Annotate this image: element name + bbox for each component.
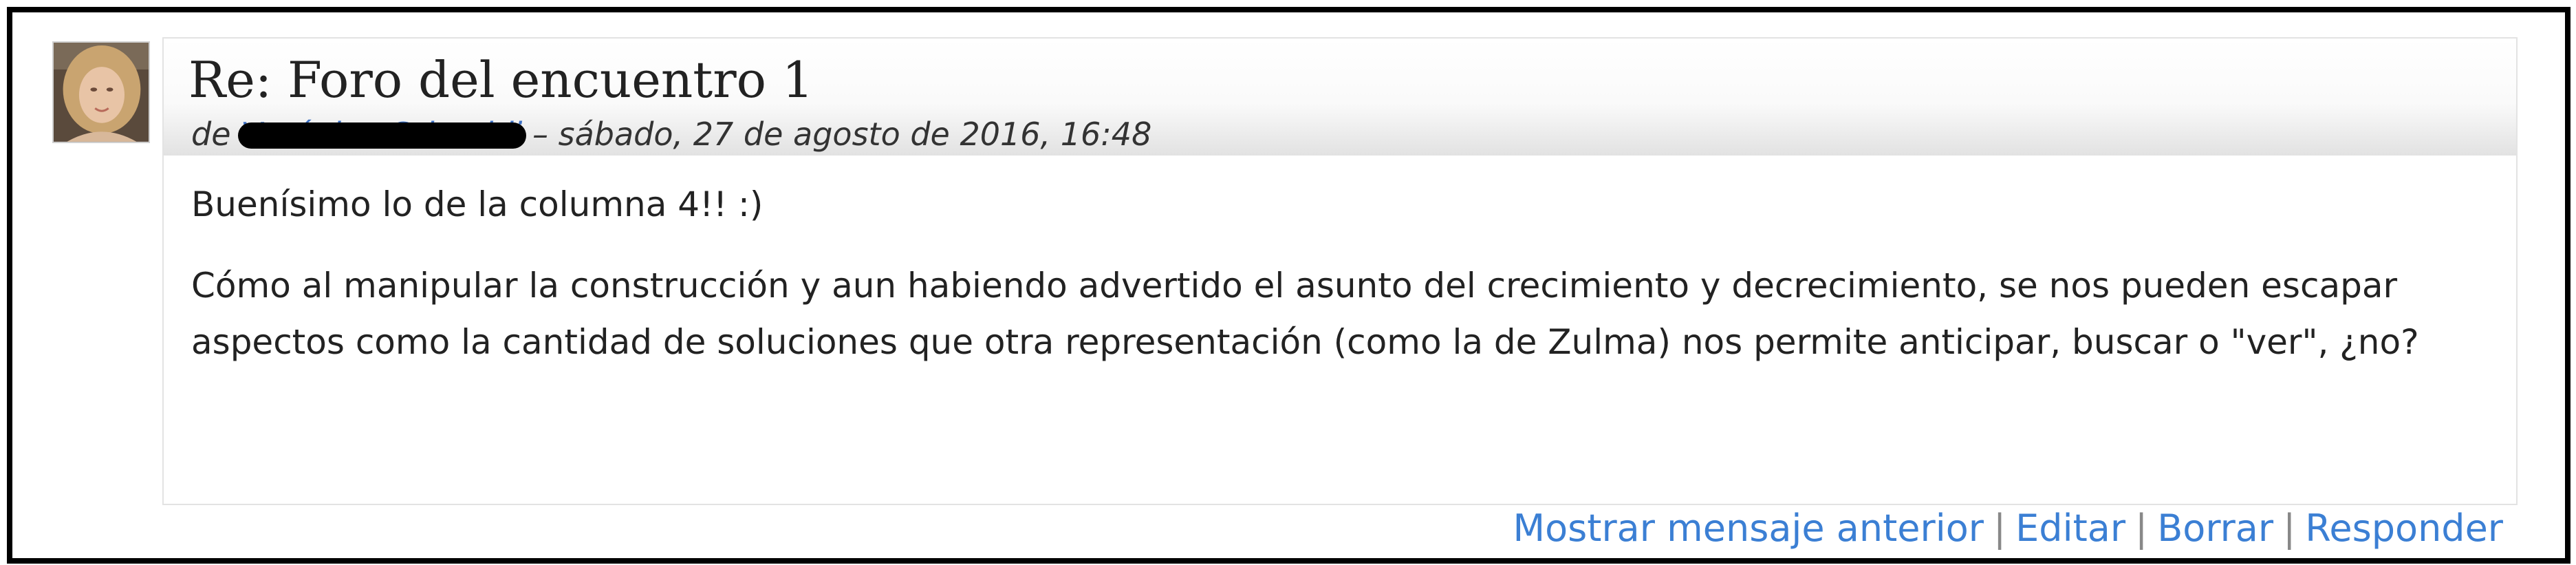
separator: | (2283, 507, 2296, 550)
user-photo (54, 43, 149, 142)
reply-link[interactable]: Responder (2305, 507, 2503, 550)
delete-link[interactable]: Borrar (2157, 507, 2273, 550)
separator: | (2135, 507, 2148, 550)
avatar[interactable] (52, 41, 150, 143)
edit-link[interactable]: Editar (2015, 507, 2125, 550)
post-byline: de Verónica Grimaldi – sábado, 27 de ago… (191, 116, 1151, 153)
post-subject: Re: Foro del encuentro 1 (188, 51, 814, 109)
post-commands: Mostrar mensaje anterior | Editar | Borrar | R… (1513, 507, 2503, 550)
separator: | (1993, 507, 2006, 550)
redaction-mark (238, 122, 527, 149)
forum-post: Re: Foro del encuentro 1 de Verónica Gri… (162, 37, 2518, 505)
post-header: Re: Foro del encuentro 1 de Verónica Gri… (164, 39, 2516, 156)
author-link[interactable]: Verónica Grimaldi (238, 116, 527, 153)
post-paragraph: Buenísimo lo de la columna 4!! :) (191, 184, 764, 224)
post-body: Buenísimo lo de la columna 4!! :) Cómo a… (191, 176, 2489, 395)
post-paragraph: Cómo al manipular la construcción y aun … (191, 266, 2419, 362)
byline-prefix: de (191, 116, 231, 153)
show-parent-link[interactable]: Mostrar mensaje anterior (1513, 507, 1984, 550)
post-date: – sábado, 27 de agosto de 2016, 16:48 (532, 116, 1152, 153)
forum-post-frame: Re: Foro del encuentro 1 de Verónica Gri… (7, 7, 2570, 564)
